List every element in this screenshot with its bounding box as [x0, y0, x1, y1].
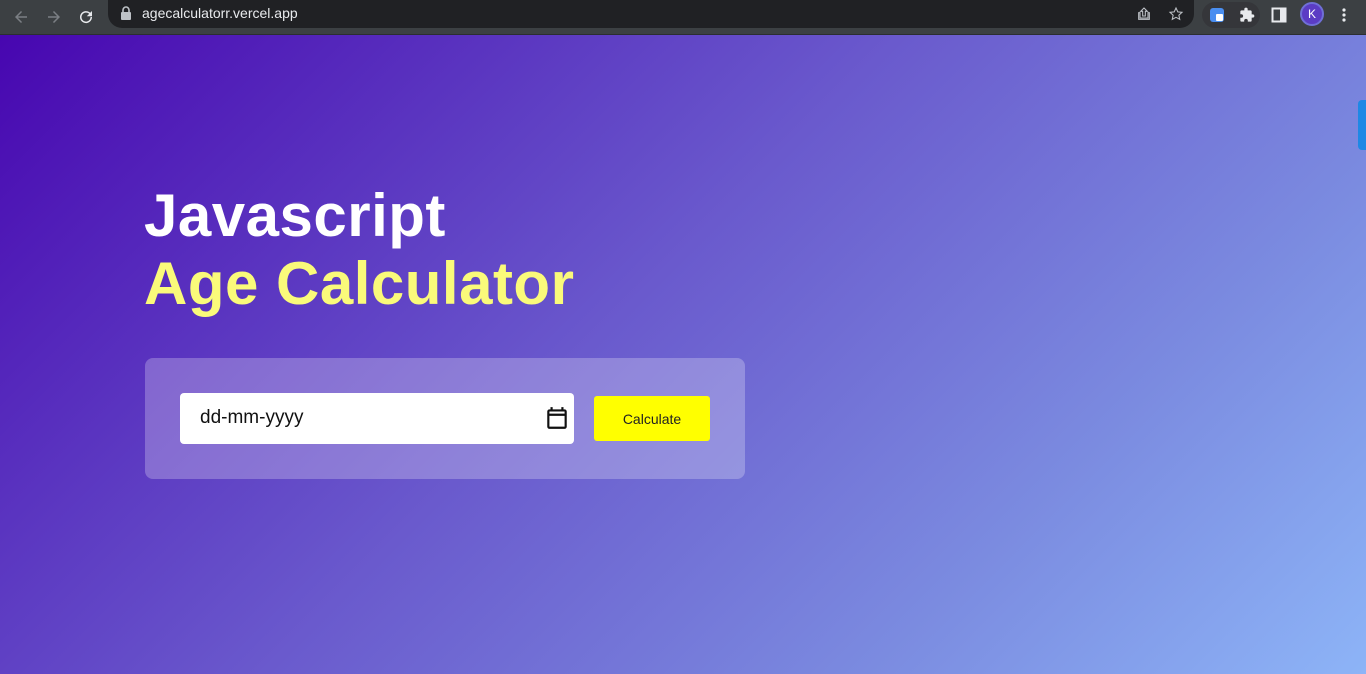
extension-app-icon[interactable]: [1206, 4, 1228, 26]
browser-toolbar: agecalculatorr.vercel.app K: [0, 0, 1366, 35]
back-arrow-icon[interactable]: [7, 3, 35, 31]
avatar-letter: K: [1307, 7, 1316, 21]
page-content: Javascript Age Calculator dd-mm-yyyy Cal…: [0, 35, 1366, 674]
birthdate-input[interactable]: dd-mm-yyyy: [180, 393, 574, 444]
kebab-menu-icon[interactable]: [1333, 4, 1355, 26]
calculate-button[interactable]: Calculate: [594, 396, 710, 441]
address-bar[interactable]: agecalculatorr.vercel.app: [108, 0, 1194, 28]
puzzle-icon[interactable]: [1236, 4, 1258, 26]
calendar-icon[interactable]: [544, 404, 570, 432]
share-icon[interactable]: [1134, 4, 1154, 24]
calculator-card: dd-mm-yyyy Calculate: [145, 358, 745, 479]
side-panel-icon[interactable]: [1268, 4, 1290, 26]
page-title-line2: Age Calculator: [144, 250, 575, 317]
side-extension-tab[interactable]: [1358, 100, 1366, 150]
page-title-line1: Javascript: [144, 182, 446, 249]
star-icon[interactable]: [1166, 4, 1186, 24]
forward-arrow-icon[interactable]: [40, 3, 68, 31]
reload-icon[interactable]: [72, 3, 100, 31]
extensions-group: [1202, 2, 1260, 28]
profile-avatar[interactable]: K: [1300, 2, 1324, 26]
lock-icon[interactable]: [120, 6, 132, 20]
url-text: agecalculatorr.vercel.app: [142, 5, 298, 21]
date-placeholder: dd-mm-yyyy: [200, 407, 304, 428]
